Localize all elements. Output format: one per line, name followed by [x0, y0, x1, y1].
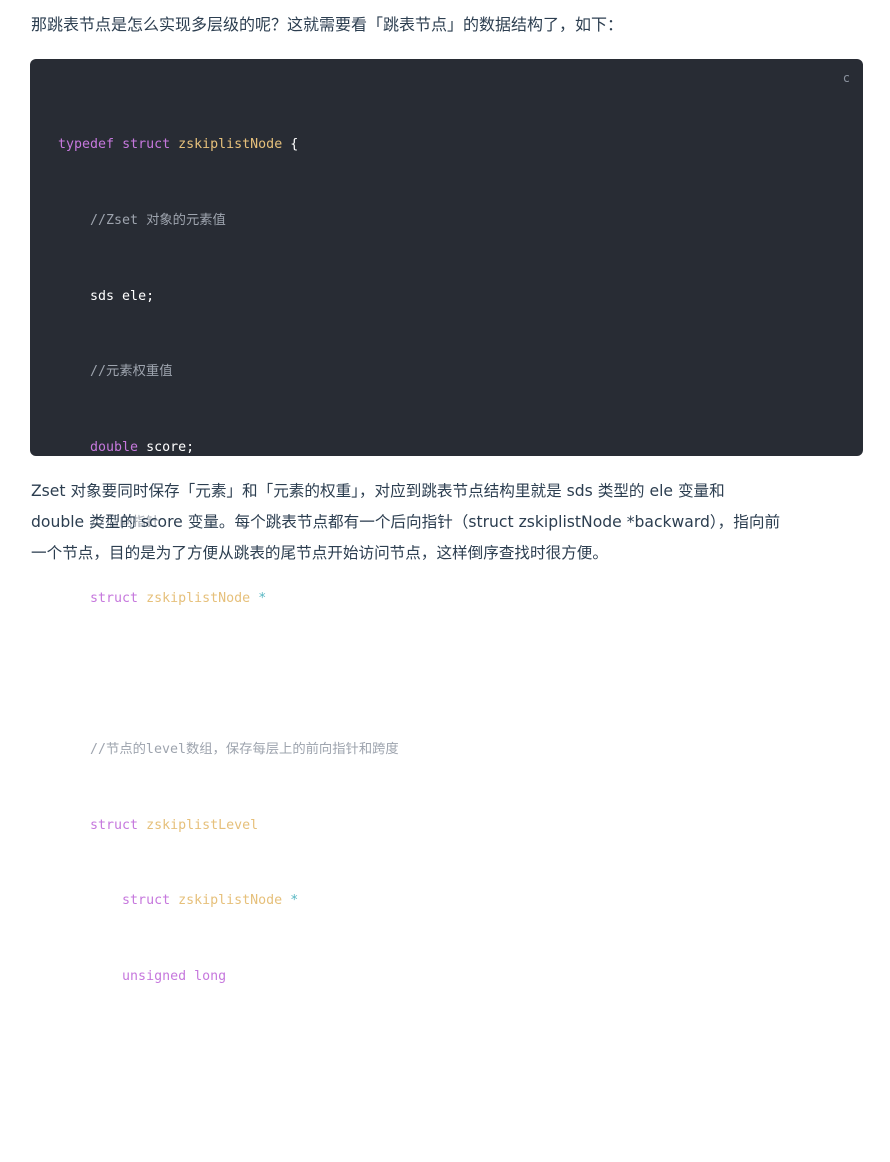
- code-text: } level[];: [90, 1044, 171, 1060]
- outro-line: Zset 对象要同时保存「元素」和「元素的权重」，对应到跳表节点结构里就是 sd…: [31, 482, 725, 500]
- code-line: unsigned long span;: [58, 964, 399, 989]
- code-line: } zskiplistNode;: [58, 1115, 399, 1140]
- code-text: {: [290, 137, 299, 153]
- code-operator: *: [290, 893, 299, 909]
- outro-paragraph: Zset 对象要同时保存「元素」和「元素的权重」，对应到跳表节点结构里就是 sd…: [31, 476, 863, 569]
- code-keyword: double: [90, 439, 139, 455]
- code-line: } level[];: [58, 1040, 399, 1065]
- code-type: zskiplistLevel: [146, 817, 259, 833]
- code-text: sds ele;: [90, 288, 155, 304]
- code-line: //节点的level数组，保存每层上的前向指针和跨度: [58, 737, 399, 762]
- code-line: //元素权重值: [58, 359, 399, 384]
- code-keyword: unsigned: [122, 968, 187, 984]
- code-text: forward;: [298, 893, 363, 909]
- outro-line: 一个节点，目的是为了方便从跳表的尾节点开始访问节点，这样倒序查找时很方便。: [31, 544, 608, 562]
- code-keyword: typedef: [58, 137, 115, 153]
- code-line: struct zskiplistNode *forward;: [58, 888, 399, 913]
- code-text: score;: [146, 439, 195, 455]
- code-comment: //节点的level数组，保存每层上的前向指针和跨度: [90, 742, 399, 758]
- code-comment: //元素权重值: [90, 364, 173, 380]
- code-text: span;: [234, 968, 275, 984]
- code-keyword: long: [194, 968, 227, 984]
- code-line: typedef struct zskiplistNode {: [58, 132, 399, 157]
- code-line: sds ele;: [58, 284, 399, 309]
- code-type: zskiplistNode: [146, 590, 251, 606]
- code-block: c typedef struct zskiplistNode { //Zset …: [30, 59, 863, 1135]
- code-keyword: struct: [122, 893, 171, 909]
- code-content: typedef struct zskiplistNode { //Zset 对象…: [58, 82, 399, 1162]
- code-comment: //Zset 对象的元素值: [90, 213, 226, 228]
- code-line: struct zskiplistNode *backward;: [58, 586, 399, 611]
- code-keyword: struct: [90, 817, 139, 833]
- code-operator: *: [258, 590, 267, 606]
- code-language-label: c: [842, 71, 850, 85]
- code-keyword: struct: [122, 137, 171, 153]
- code-text: backward;: [266, 590, 339, 606]
- code-text: {: [266, 817, 275, 833]
- intro-paragraph: 那跳表节点是怎么实现多层级的呢？这就需要看「跳表节点」的数据结构了，如下：: [31, 15, 624, 34]
- code-line: //Zset 对象的元素值: [58, 208, 399, 233]
- code-line: struct zskiplistLevel {: [58, 813, 399, 838]
- code-type: zskiplistNode: [178, 137, 283, 153]
- code-type: zskiplistNode: [178, 893, 283, 909]
- outro-line: double 类型的 score 变量。每个跳表节点都有一个后向指针（struc…: [31, 513, 781, 531]
- code-line: double score;: [58, 435, 399, 460]
- code-text: } zskiplistNode;: [58, 1120, 187, 1136]
- code-keyword: struct: [90, 590, 139, 606]
